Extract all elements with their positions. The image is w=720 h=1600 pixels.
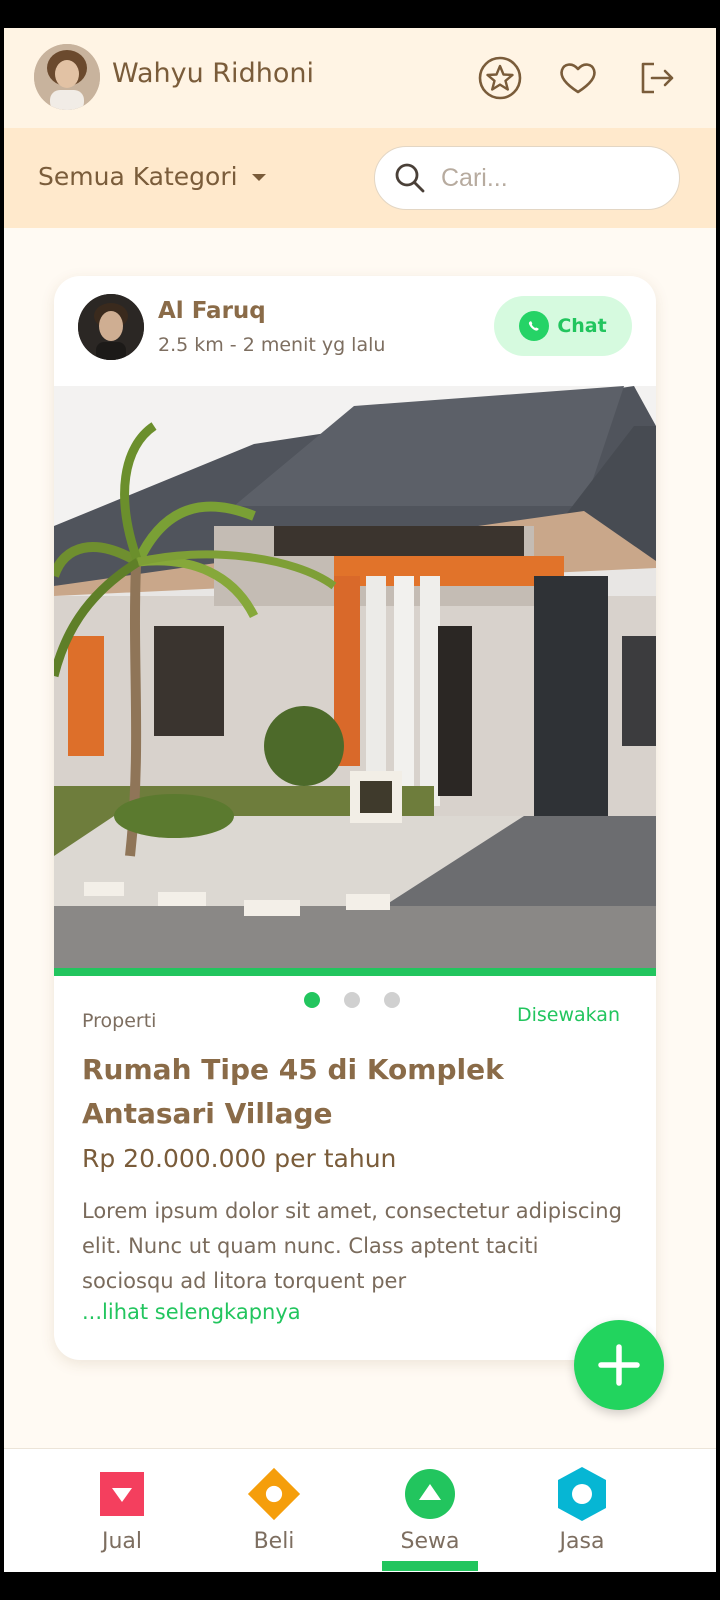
nav-item-jasa[interactable]: Jasa — [522, 1467, 642, 1567]
search-icon — [395, 163, 425, 193]
category-dropdown-label: Semua Kategori — [38, 162, 238, 191]
carousel-indicator[interactable] — [304, 992, 400, 1008]
user-avatar[interactable] — [34, 44, 100, 110]
nav-item-jual[interactable]: Jual — [62, 1467, 182, 1567]
carousel-dot[interactable] — [344, 992, 360, 1008]
chat-button[interactable]: Chat — [494, 296, 632, 356]
favorites-star-icon[interactable] — [476, 54, 524, 102]
photo-divider — [54, 968, 656, 976]
whatsapp-icon — [519, 311, 550, 341]
heart-icon[interactable] — [554, 54, 602, 102]
listing-photo[interactable] — [54, 386, 656, 968]
user-name: Wahyu Ridhoni — [112, 58, 314, 89]
listing-description: Lorem ipsum dolor sit amet, consectetur … — [82, 1199, 622, 1293]
seller-avatar[interactable] — [78, 294, 144, 360]
listing-price: Rp 20.000.000 per tahun — [82, 1144, 397, 1173]
beli-icon — [247, 1467, 301, 1521]
nav-label-jasa: Jasa — [559, 1529, 605, 1554]
listing-status-badge: Disewakan — [516, 1004, 620, 1026]
search-box[interactable] — [374, 146, 680, 210]
plus-icon — [598, 1344, 640, 1386]
nav-label-sewa: Sewa — [400, 1529, 460, 1554]
nav-item-sewa[interactable]: Sewa — [370, 1467, 490, 1567]
system-nav-bar — [0, 1572, 720, 1600]
listing-title[interactable]: Rumah Tipe 45 di Komplek Antasari Villag… — [82, 1048, 632, 1136]
logout-icon[interactable] — [634, 54, 682, 102]
seller-name[interactable]: Al Faruq — [158, 298, 266, 324]
carousel-dot-active[interactable] — [304, 992, 320, 1008]
bottom-nav: Jual Beli Sewa Jasa — [4, 1448, 716, 1572]
filter-bar: Semua Kategori — [4, 128, 716, 228]
app-header: Wahyu Ridhoni — [4, 28, 716, 128]
status-bar — [0, 0, 720, 28]
nav-label-jual: Jual — [101, 1529, 143, 1554]
jual-icon — [95, 1467, 149, 1521]
listing-category: Properti — [82, 1010, 157, 1032]
nav-item-beli[interactable]: Beli — [214, 1467, 334, 1567]
search-input[interactable] — [441, 163, 641, 193]
jasa-icon — [555, 1467, 609, 1521]
nav-active-indicator — [382, 1561, 478, 1571]
chat-button-label: Chat — [557, 315, 607, 337]
app-screen: Wahyu Ridhoni Semua Kategori Cari... Al … — [4, 28, 716, 1572]
carousel-dot[interactable] — [384, 992, 400, 1008]
sewa-icon — [403, 1467, 457, 1521]
category-dropdown[interactable]: Semua Kategori — [38, 162, 266, 191]
seller-distance-time: 2.5 km - 2 menit yg lalu — [158, 334, 386, 356]
add-listing-button[interactable] — [574, 1320, 664, 1410]
see-more-link[interactable]: ...lihat selengkapnya — [82, 1300, 301, 1324]
listing-card[interactable]: Al Faruq 2.5 km - 2 menit yg lalu Chat P… — [54, 276, 656, 1360]
nav-label-beli: Beli — [253, 1529, 295, 1554]
chevron-down-icon — [251, 174, 266, 181]
